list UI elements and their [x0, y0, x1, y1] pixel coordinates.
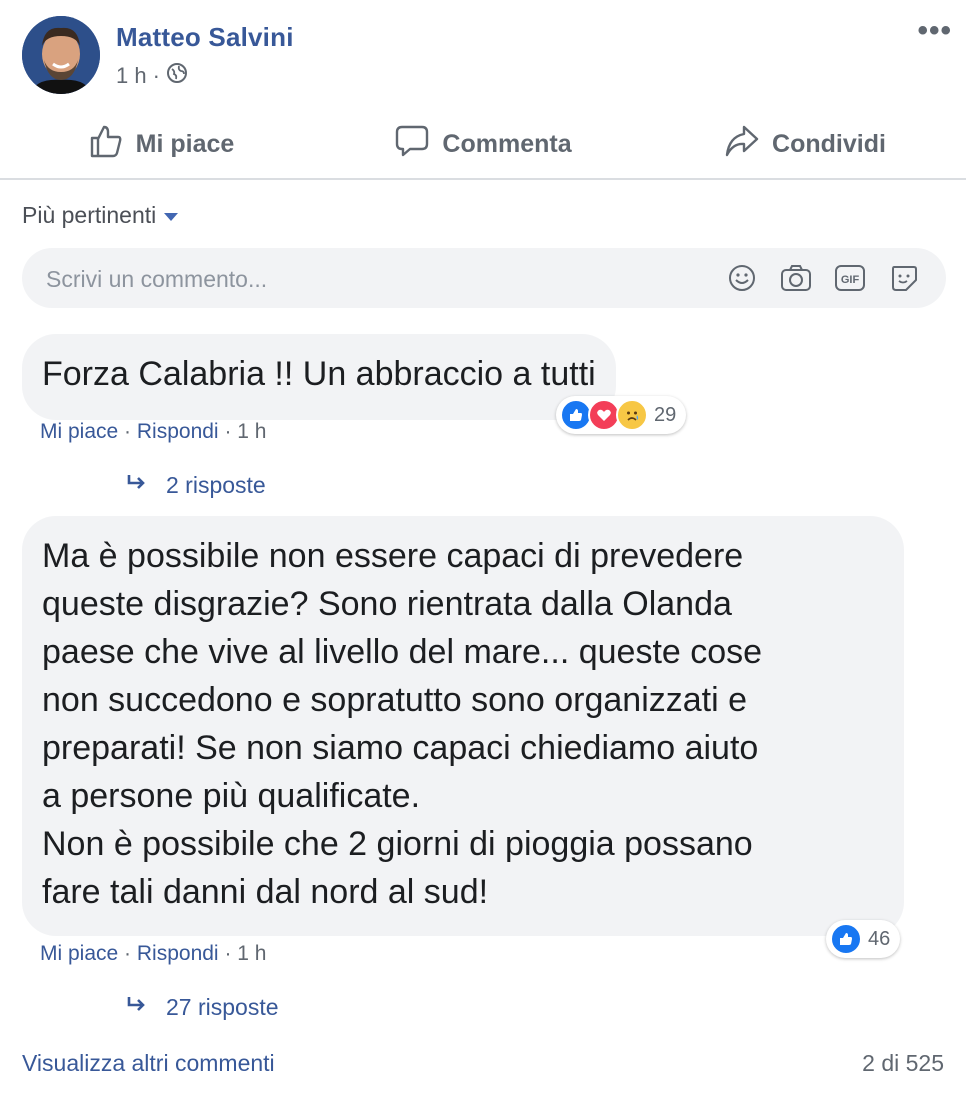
comment-input[interactable] [44, 248, 708, 310]
comment-like-link[interactable]: Mi piace [40, 420, 118, 443]
post-time[interactable]: 1 h [116, 63, 147, 89]
comment-composer: GIF [22, 248, 946, 310]
separator: · [124, 942, 137, 965]
comment-text-line: queste disgrazie? Sono rientrata dalla O… [42, 585, 732, 623]
emoji-icon[interactable] [726, 262, 758, 294]
reaction-summary[interactable]: 29 [556, 396, 687, 434]
comment-text-line: Non è possibile che 2 giorni di pioggia … [42, 825, 753, 863]
comment-bubble: Ma è possibile non essere capaci di prev… [22, 516, 904, 936]
comment-text-line: Ma è possibile non essere capaci di prev… [42, 537, 744, 575]
like-label: Mi piace [135, 129, 235, 158]
comment-reply-link[interactable]: Rispondi [137, 420, 219, 443]
share-label: Condividi [772, 129, 886, 158]
comment-time[interactable]: 1 h [237, 420, 266, 443]
comment-label: Commenta [442, 129, 572, 158]
comment-bubble-icon [394, 123, 430, 166]
more-options-icon[interactable]: ••• [917, 14, 952, 48]
separator: · [124, 420, 137, 443]
post-meta: 1 h · [116, 62, 188, 90]
post-action-bar: Mi piace Commenta Condividi [0, 112, 966, 176]
comment-bubble: Forza Calabria !! Un abbraccio a tutti [22, 334, 616, 420]
camera-icon[interactable] [780, 262, 812, 294]
comment-text-line: preparati! Se non siamo capaci chiediamo… [42, 729, 759, 767]
composer-icons: GIF [726, 262, 920, 294]
replies-label: 2 risposte [166, 472, 266, 498]
caret-down-icon [164, 212, 179, 221]
author-avatar[interactable] [22, 16, 100, 94]
comment-text-line: fare tali danni dal nord al sud! [42, 873, 489, 911]
like-reaction-icon [830, 923, 862, 955]
reaction-summary[interactable]: 46 [826, 920, 901, 958]
comment-button[interactable]: Commenta [322, 112, 644, 176]
comment-sort-dropdown[interactable]: Più pertinenti [22, 202, 179, 229]
reply-arrow-icon [126, 994, 148, 1021]
comment-actions: Mi piace · Rispondi · 1 h [40, 942, 266, 966]
like-button[interactable]: Mi piace [0, 112, 322, 176]
svg-text:GIF: GIF [841, 274, 860, 286]
reply-arrow-icon [126, 472, 148, 499]
gif-icon[interactable]: GIF [834, 262, 866, 294]
comment-count: 2 di 525 [862, 1050, 944, 1076]
share-button[interactable]: Condividi [644, 112, 966, 176]
action-bar-divider [0, 178, 966, 180]
share-arrow-icon [724, 123, 760, 166]
comment-actions: Mi piace · Rispondi · 1 h [40, 420, 266, 444]
comment-time[interactable]: 1 h [237, 942, 266, 965]
comment-text-line: non succedono e sopratutto sono organizz… [42, 681, 748, 719]
comment-text: Forza Calabria !! Un abbraccio a tutti [42, 355, 596, 393]
comment-like-link[interactable]: Mi piace [40, 942, 118, 965]
sad-reaction-icon [616, 399, 648, 431]
comment-reply-link[interactable]: Rispondi [137, 942, 219, 965]
separator: · [224, 420, 238, 443]
meta-separator: · [152, 63, 160, 88]
thumbs-up-icon [88, 123, 124, 166]
globe-icon[interactable] [166, 62, 188, 90]
reaction-count: 46 [868, 927, 891, 950]
view-replies-link[interactable]: 2 risposte [126, 472, 266, 499]
reaction-count: 29 [654, 403, 677, 426]
sticker-icon[interactable] [888, 262, 920, 294]
replies-label: 27 risposte [166, 994, 279, 1020]
separator: · [224, 942, 238, 965]
comment-text-line: a persone più qualificate. [42, 777, 421, 815]
view-more-comments-link[interactable]: Visualizza altri commenti [22, 1050, 275, 1077]
comment-text-line: paese che vive al livello del mare... qu… [42, 633, 763, 671]
author-name[interactable]: Matteo Salvini [116, 22, 294, 53]
sort-label: Più pertinenti [22, 202, 157, 228]
view-replies-link[interactable]: 27 risposte [126, 994, 279, 1021]
